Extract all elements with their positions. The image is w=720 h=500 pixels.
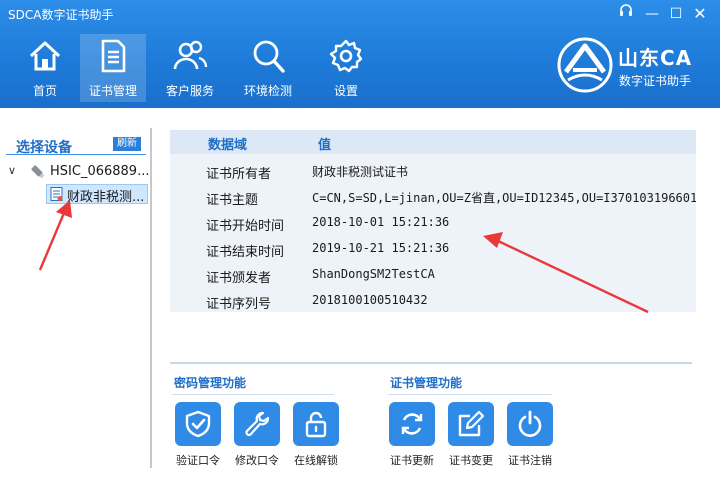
app-header: SDCA数字证书助手 — ☐ ✕ 首页 证书管理 客户服务 环境检测 设置 山东… xyxy=(0,0,720,108)
field-value: 2018100100510432 xyxy=(312,293,428,307)
sdca-logo: 山东CA 数字证书助手 xyxy=(556,36,716,96)
nav-label: 环境检测 xyxy=(243,84,292,98)
online-unlock-button[interactable]: 在线解锁 xyxy=(293,402,339,468)
power-icon xyxy=(518,410,542,437)
table-row: 证书颁发者 ShanDongSM2TestCA xyxy=(170,262,696,288)
nav-label: 客户服务 xyxy=(165,84,214,98)
minimize-icon[interactable]: — xyxy=(642,4,662,24)
nav-item-settings[interactable]: 设置 xyxy=(313,34,379,102)
divider xyxy=(388,394,552,395)
title-bar: SDCA数字证书助手 — ☐ ✕ xyxy=(0,0,720,28)
logo-subtitle: 数字证书助手 xyxy=(619,74,692,88)
field-value: C=CN,S=SD,L=jinan,OU=Z省直,OU=ID12345,OU=I… xyxy=(312,191,696,205)
shandong-ca-logo-icon xyxy=(557,37,613,93)
column-header-field: 数据域 xyxy=(208,138,248,153)
nav-item-home[interactable]: 首页 xyxy=(12,34,78,102)
unlock-icon xyxy=(305,411,327,438)
field-value: 2018-10-01 15:21:36 xyxy=(312,215,450,229)
chevron-down-icon[interactable]: ∨ xyxy=(8,164,16,177)
shield-check-icon xyxy=(185,410,211,438)
table-row: 证书所有者 财政非税测试证书 xyxy=(170,158,696,184)
headset-icon[interactable] xyxy=(616,4,636,24)
gear-icon xyxy=(329,39,363,73)
refresh-icon xyxy=(401,413,423,435)
certificate-name: 财政非税测... xyxy=(67,190,145,205)
refresh-button[interactable]: 刷新 xyxy=(113,137,141,151)
close-icon[interactable]: ✕ xyxy=(690,4,710,24)
button-label: 验证口令 xyxy=(176,454,220,467)
divider xyxy=(172,394,334,395)
field-name: 证书结束时间 xyxy=(206,245,285,260)
field-name: 证书开始时间 xyxy=(206,219,285,234)
nav-item-env-check[interactable]: 环境检测 xyxy=(235,34,301,102)
cert-change-button[interactable]: 证书变更 xyxy=(448,402,494,468)
window-title: SDCA数字证书助手 xyxy=(8,8,114,22)
button-label: 证书更新 xyxy=(390,454,434,467)
button-label: 修改口令 xyxy=(235,454,279,467)
field-name: 证书颁发者 xyxy=(206,271,272,286)
home-icon xyxy=(29,41,61,71)
usb-key-icon xyxy=(31,165,45,179)
nav-label: 证书管理 xyxy=(88,84,137,98)
certificate-icon xyxy=(50,187,63,201)
cert-renew-button[interactable]: 证书更新 xyxy=(389,402,435,468)
wrench-icon xyxy=(245,411,270,437)
search-icon xyxy=(253,40,285,73)
field-name: 证书所有者 xyxy=(206,167,272,182)
users-icon xyxy=(173,40,208,70)
button-label: 证书注销 xyxy=(508,454,552,467)
cert-revoke-button[interactable]: 证书注销 xyxy=(507,402,553,468)
field-value: 财政非税测试证书 xyxy=(312,165,409,179)
table-row: 证书序列号 2018100100510432 xyxy=(170,288,696,314)
table-row: 证书主题 C=CN,S=SD,L=jinan,OU=Z省直,OU=ID12345… xyxy=(170,184,696,210)
change-password-button[interactable]: 修改口令 xyxy=(234,402,280,468)
nav-item-customer-service[interactable]: 客户服务 xyxy=(157,34,223,102)
field-name: 证书主题 xyxy=(206,193,259,208)
device-panel: 选择设备 刷新 ∨ HSIC_066889... 财政非税测... xyxy=(0,108,152,500)
divider xyxy=(6,154,146,155)
cert-group-title: 证书管理功能 xyxy=(390,376,463,390)
panel-divider xyxy=(150,128,152,468)
document-icon xyxy=(101,39,126,73)
logo-name: 山东CA xyxy=(618,46,693,70)
password-group-title: 密码管理功能 xyxy=(174,376,247,390)
button-label: 在线解锁 xyxy=(294,454,338,467)
certificate-tree-item[interactable]: 财政非税测... xyxy=(46,184,148,205)
nav-label: 设置 xyxy=(333,84,358,98)
device-name: HSIC_066889... xyxy=(50,164,150,179)
table-row: 证书结束时间 2019-10-21 15:21:36 xyxy=(170,236,696,262)
nav-item-cert-management[interactable]: 证书管理 xyxy=(80,34,146,102)
maximize-icon[interactable]: ☐ xyxy=(666,4,686,24)
verify-password-button[interactable]: 验证口令 xyxy=(175,402,221,468)
field-value: ShanDongSM2TestCA xyxy=(312,267,435,281)
edit-icon xyxy=(458,410,485,437)
button-label: 证书变更 xyxy=(449,454,493,467)
column-header-value: 值 xyxy=(318,138,332,153)
field-value: 2019-10-21 15:21:36 xyxy=(312,241,450,255)
table-row: 证书开始时间 2018-10-01 15:21:36 xyxy=(170,210,696,236)
divider xyxy=(170,362,692,364)
device-tree-node[interactable]: ∨ HSIC_066889... xyxy=(8,162,150,182)
field-name: 证书序列号 xyxy=(206,297,272,312)
nav-label: 首页 xyxy=(32,84,57,98)
certificate-details-table: 数据域 值 证书所有者 财政非税测试证书 证书主题 C=CN,S=SD,L=ji… xyxy=(170,130,696,312)
table-header: 数据域 值 xyxy=(170,130,696,154)
